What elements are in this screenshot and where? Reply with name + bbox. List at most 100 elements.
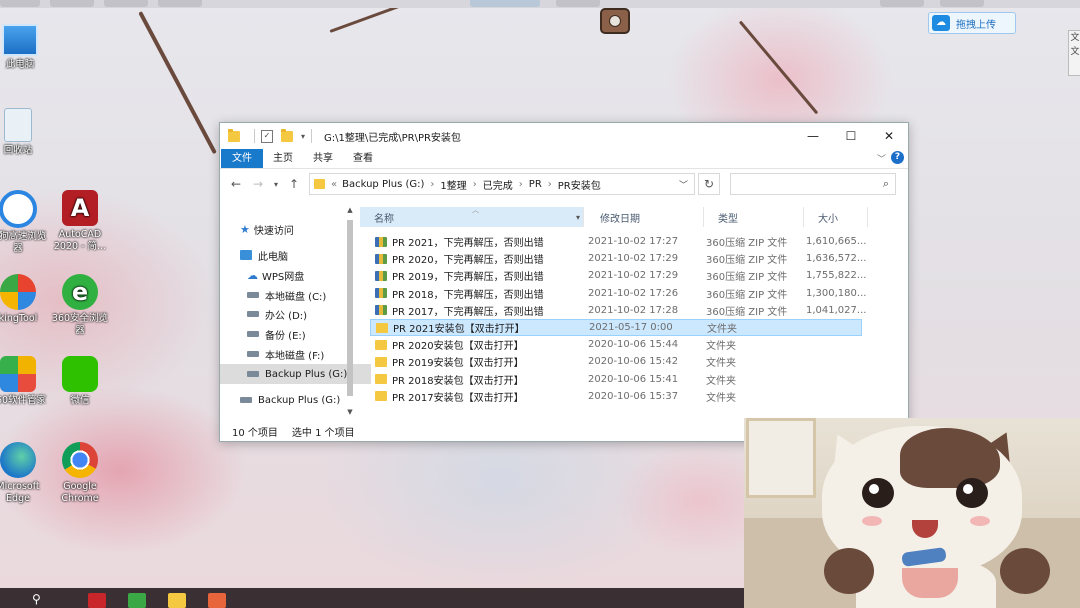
top-strip-tab[interactable] [104, 0, 148, 7]
nav-pane-scrollbar[interactable]: ▲ ▼ [345, 206, 355, 419]
plush-cat-cheek [862, 516, 882, 526]
navigation-bar: ← → ▾ ↑ « Backup Plus (G:) › 1整理 › 已完成 ›… [220, 169, 908, 199]
customize-quick-access-icon[interactable]: ▾ [301, 132, 305, 141]
table-row[interactable]: PR 2021安装包【双击打开】 2021-05-17 0:00 文件夹 [370, 319, 862, 336]
tab-share[interactable]: 共享 [303, 149, 343, 168]
sogou-browser-icon [0, 190, 37, 228]
breadcrumb-item[interactable]: 已完成 [483, 177, 513, 192]
camera-icon[interactable] [600, 8, 630, 34]
tab-view[interactable]: 查看 [343, 149, 383, 168]
table-row[interactable]: PR 2021，下完再解压，否则出错 2021-10-02 17:27 360压缩 … [370, 233, 866, 250]
minimize-button[interactable]: — [794, 123, 832, 149]
up-arrow-icon[interactable]: ↑ [283, 177, 305, 191]
forward-arrow-icon[interactable]: → [247, 177, 269, 191]
nav-item-label: 本地磁盘 (F:) [265, 350, 325, 362]
desktop-icon-label: 此电脑 [5, 59, 35, 70]
chevron-right-icon[interactable]: › [519, 179, 523, 190]
table-row[interactable]: PR 2018，下完再解压，否则出错 2021-10-02 17:26 360压缩 … [370, 285, 866, 302]
file-explorer-icon[interactable] [168, 593, 186, 608]
search-input[interactable]: ⌕ [730, 173, 896, 195]
table-row[interactable]: PR 2018安装包【双击打开】 2020-10-06 15:41 文件夹 [370, 371, 862, 388]
help-icon[interactable]: ? [891, 151, 904, 164]
desktop-icon-edge[interactable]: Microsoft Edge [0, 442, 48, 505]
column-header-date[interactable]: 修改日期 [586, 207, 704, 227]
table-row[interactable]: PR 2020安装包【双击打开】 2020-10-06 15:44 文件夹 [370, 336, 862, 353]
tab-home[interactable]: 主页 [263, 149, 303, 168]
properties-icon[interactable]: ✓ [261, 129, 273, 143]
breadcrumb-overflow[interactable]: « [331, 179, 337, 190]
table-row[interactable]: PR 2020，下完再解压，否则出错 2021-10-02 17:29 360压缩 … [370, 250, 866, 267]
search-icon: ⌕ [882, 177, 889, 190]
desktop-icon-360-browser[interactable]: e 360安全浏览器 [50, 274, 110, 337]
breadcrumb-item[interactable]: 1整理 [440, 177, 466, 192]
file-name: PR 2018，下完再解压，否则出错 [392, 289, 544, 301]
nav-item-label: 办公 (D:) [265, 310, 308, 322]
chevron-right-icon[interactable]: › [473, 179, 477, 190]
desktop-icon-autocad[interactable]: A AutoCAD 2020 - 简... [50, 190, 110, 253]
chevron-down-icon[interactable]: ﹀ [679, 178, 688, 191]
search-icon[interactable]: ⚲ [32, 592, 50, 607]
top-strip-tab[interactable] [470, 0, 540, 7]
table-row[interactable]: PR 2019，下完再解压，否则出错 2021-10-02 17:29 360压缩 … [370, 267, 866, 284]
desktop-icon-recycle-bin[interactable]: 回收站 [0, 108, 48, 157]
table-row[interactable]: PR 2017，下完再解压，否则出错 2021-10-02 17:28 360压缩 … [370, 302, 866, 319]
desktop-icon-360-software[interactable]: 360软件管家 [0, 356, 48, 407]
column-header-size[interactable]: 大小 [804, 207, 868, 227]
desktop-icon-wechat[interactable]: 微信 [50, 356, 110, 407]
top-strip-tab[interactable] [556, 0, 600, 7]
drag-upload-button[interactable]: ☁ 拖拽上传 [928, 12, 1016, 34]
file-name: PR 2017，下完再解压，否则出错 [392, 306, 544, 318]
nav-item-this-pc[interactable]: 此电脑 [220, 245, 364, 265]
plush-cat-eye [862, 478, 894, 508]
top-strip-tab[interactable] [158, 0, 202, 7]
new-folder-icon[interactable] [281, 128, 293, 142]
column-header-name[interactable]: ︿ 名称 ▾ [360, 206, 584, 227]
recycle-bin-icon [4, 108, 32, 142]
table-row[interactable]: PR 2019安装包【双击打开】 2020-10-06 15:42 文件夹 [370, 353, 862, 370]
desktop-icon-kingtool[interactable]: kingTool [0, 274, 48, 325]
selected-count: 选中 1 个项目 [291, 427, 355, 439]
chevron-right-icon[interactable]: › [430, 179, 434, 190]
file-name: PR 2021，下完再解压，否则出错 [392, 238, 544, 249]
maximize-button[interactable]: ☐ [832, 123, 870, 149]
scroll-down-icon[interactable]: ▼ [345, 408, 355, 416]
file-size: 1,636,572... [806, 253, 867, 265]
top-strip-tab[interactable] [50, 0, 94, 7]
side-tab[interactable]: 文 文 [1068, 30, 1080, 76]
scroll-up-icon[interactable]: ▲ [345, 206, 355, 214]
chevron-down-icon[interactable]: ﹀ [877, 152, 886, 165]
scrollbar-thumb[interactable] [347, 220, 353, 396]
back-arrow-icon[interactable]: ← [225, 177, 247, 191]
breadcrumb-item[interactable]: Backup Plus (G:) [342, 179, 424, 190]
file-name: PR 2018安装包【双击打开】 [392, 375, 524, 387]
table-row[interactable]: PR 2017安装包【双击打开】 2020-10-06 15:37 文件夹 [370, 388, 862, 405]
file-date: 2021-10-02 17:29 [588, 253, 679, 265]
recent-locations-icon[interactable]: ▾ [269, 180, 283, 189]
tab-file[interactable]: 文件 [221, 149, 263, 168]
nav-item-drive-g-external[interactable]: Backup Plus (G:) [220, 390, 364, 410]
chevron-down-icon[interactable]: ▾ [576, 213, 580, 222]
title-bar[interactable]: ✓ ▾ G:\1整理\已完成\PR\PR安装包 — ☐ ✕ [220, 123, 908, 149]
refresh-icon[interactable]: ↻ [698, 173, 720, 195]
column-header-type[interactable]: 类型 [704, 207, 804, 227]
chevron-right-icon[interactable]: › [548, 179, 552, 190]
top-strip-tab[interactable] [0, 0, 40, 7]
orange-app-icon[interactable] [208, 593, 226, 608]
top-strip-tab[interactable] [880, 0, 924, 7]
edge-icon [0, 442, 36, 478]
desktop-icon-chrome[interactable]: Google Chrome [50, 442, 110, 505]
webcam-overlay [744, 418, 1080, 608]
nav-item-quick-access[interactable]: ★ 快速访问 [220, 219, 364, 239]
breadcrumb-item[interactable]: PR安装包 [558, 177, 601, 192]
folder-icon [375, 356, 387, 367]
top-strip-tab[interactable] [940, 0, 984, 7]
file-date: 2020-10-06 15:44 [588, 339, 679, 351]
desktop-icon-this-pc[interactable]: 此电脑 [0, 24, 50, 71]
wps-icon[interactable] [88, 593, 106, 608]
desktop-icon-sogou[interactable]: 搜狗高速浏览器 [0, 190, 48, 255]
close-button[interactable]: ✕ [870, 123, 908, 149]
breadcrumb-item[interactable]: PR [529, 179, 542, 190]
plush-cat-pocket [902, 568, 958, 598]
address-bar[interactable]: « Backup Plus (G:) › 1整理 › 已完成 › PR › PR… [309, 173, 695, 195]
green-app-icon[interactable] [128, 593, 146, 608]
